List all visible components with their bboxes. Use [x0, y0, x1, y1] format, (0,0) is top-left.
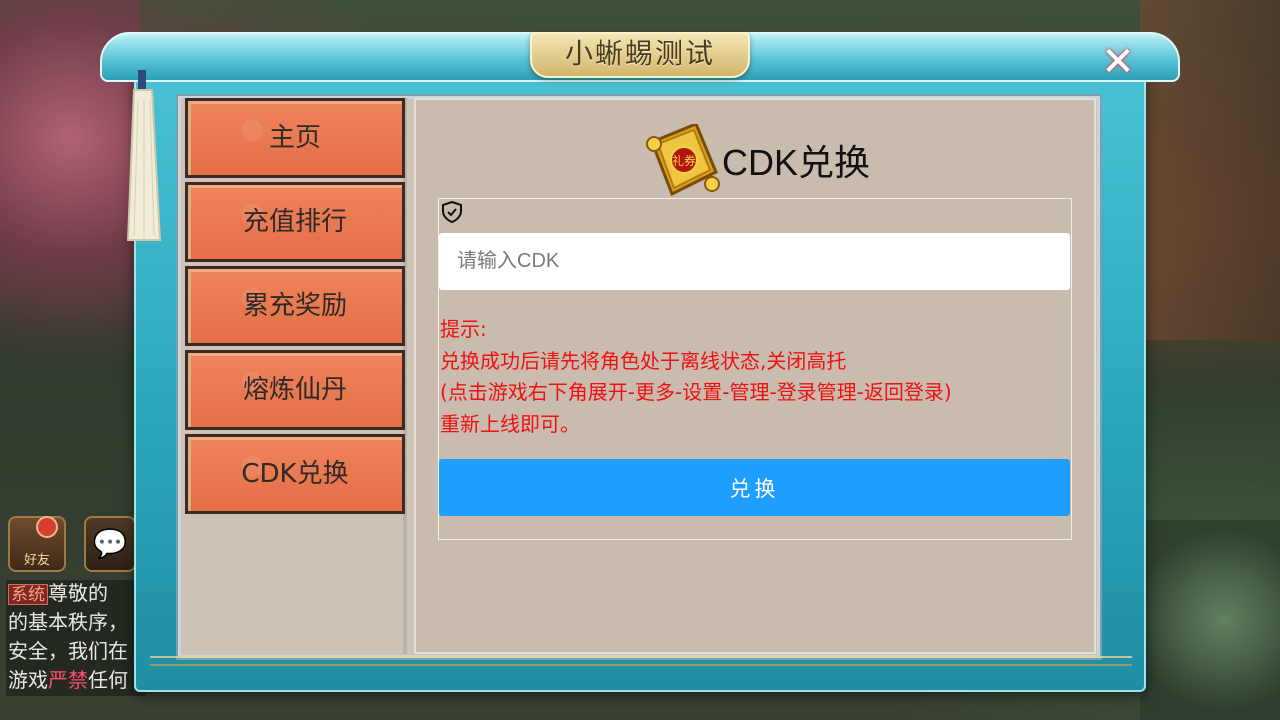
- hint-line: (点击游戏右下角展开-更多-设置-管理-登录管理-返回登录): [440, 380, 952, 404]
- redeem-button[interactable]: 兑换: [439, 459, 1070, 516]
- sidebar-item-cumulative-rewards[interactable]: 累充奖励: [185, 266, 405, 346]
- background-garden: [1140, 520, 1280, 720]
- chat-line: 的基本秩序，: [8, 612, 128, 634]
- friends-label: 好友: [23, 552, 50, 567]
- close-button[interactable]: ✕: [1098, 42, 1138, 82]
- window-bottom-rail: [150, 656, 1132, 666]
- hint-line: 重新上线即可。: [440, 411, 580, 436]
- cdk-heading: 礼券 CDK兑换: [644, 124, 870, 196]
- sidebar-item-home[interactable]: 主页: [185, 98, 405, 178]
- chat-bubble-icon[interactable]: 💬: [84, 516, 136, 572]
- friends-button[interactable]: 好友: [8, 516, 66, 572]
- sidebar-item-cdk-redeem[interactable]: CDK兑换: [185, 434, 405, 514]
- gift-ticket-icon: 礼券: [646, 124, 720, 196]
- cdk-input[interactable]: [439, 233, 1070, 290]
- chat-line: 游戏严禁任何: [8, 670, 128, 692]
- sidebar-item-recharge-ranking[interactable]: 充值排行: [185, 182, 405, 262]
- system-tag: 系统: [8, 584, 48, 605]
- hint-line: 兑换成功后请先将角色处于离线状态,关闭高托: [440, 348, 847, 373]
- cdk-title: CDK兑换: [722, 142, 871, 183]
- shield-check-icon: [442, 200, 462, 224]
- notification-dot-icon: [36, 516, 58, 538]
- hint-line: 提示:: [440, 317, 487, 341]
- sidebar-item-smelt-elixir[interactable]: 熔炼仙丹: [185, 350, 405, 430]
- chat-line: 系统 尊敬的: [8, 580, 146, 609]
- window-title: 小蜥蜴测试: [564, 37, 715, 70]
- ticket-icon-text: 礼券: [672, 153, 696, 168]
- tassel-ornament-icon: [126, 70, 162, 241]
- system-chat-log: 系统 尊敬的 的基本秩序， 安全，我们在 游戏严禁任何: [6, 580, 146, 696]
- sidebar: 主页 充值排行 累充奖励 熔炼仙丹 CDK兑换: [181, 98, 407, 654]
- redeem-hint: 提示: 兑换成功后请先将角色处于离线状态,关闭高托 (点击游戏右下角展开-更多-…: [440, 314, 1070, 440]
- chat-line: 安全，我们在: [8, 641, 128, 663]
